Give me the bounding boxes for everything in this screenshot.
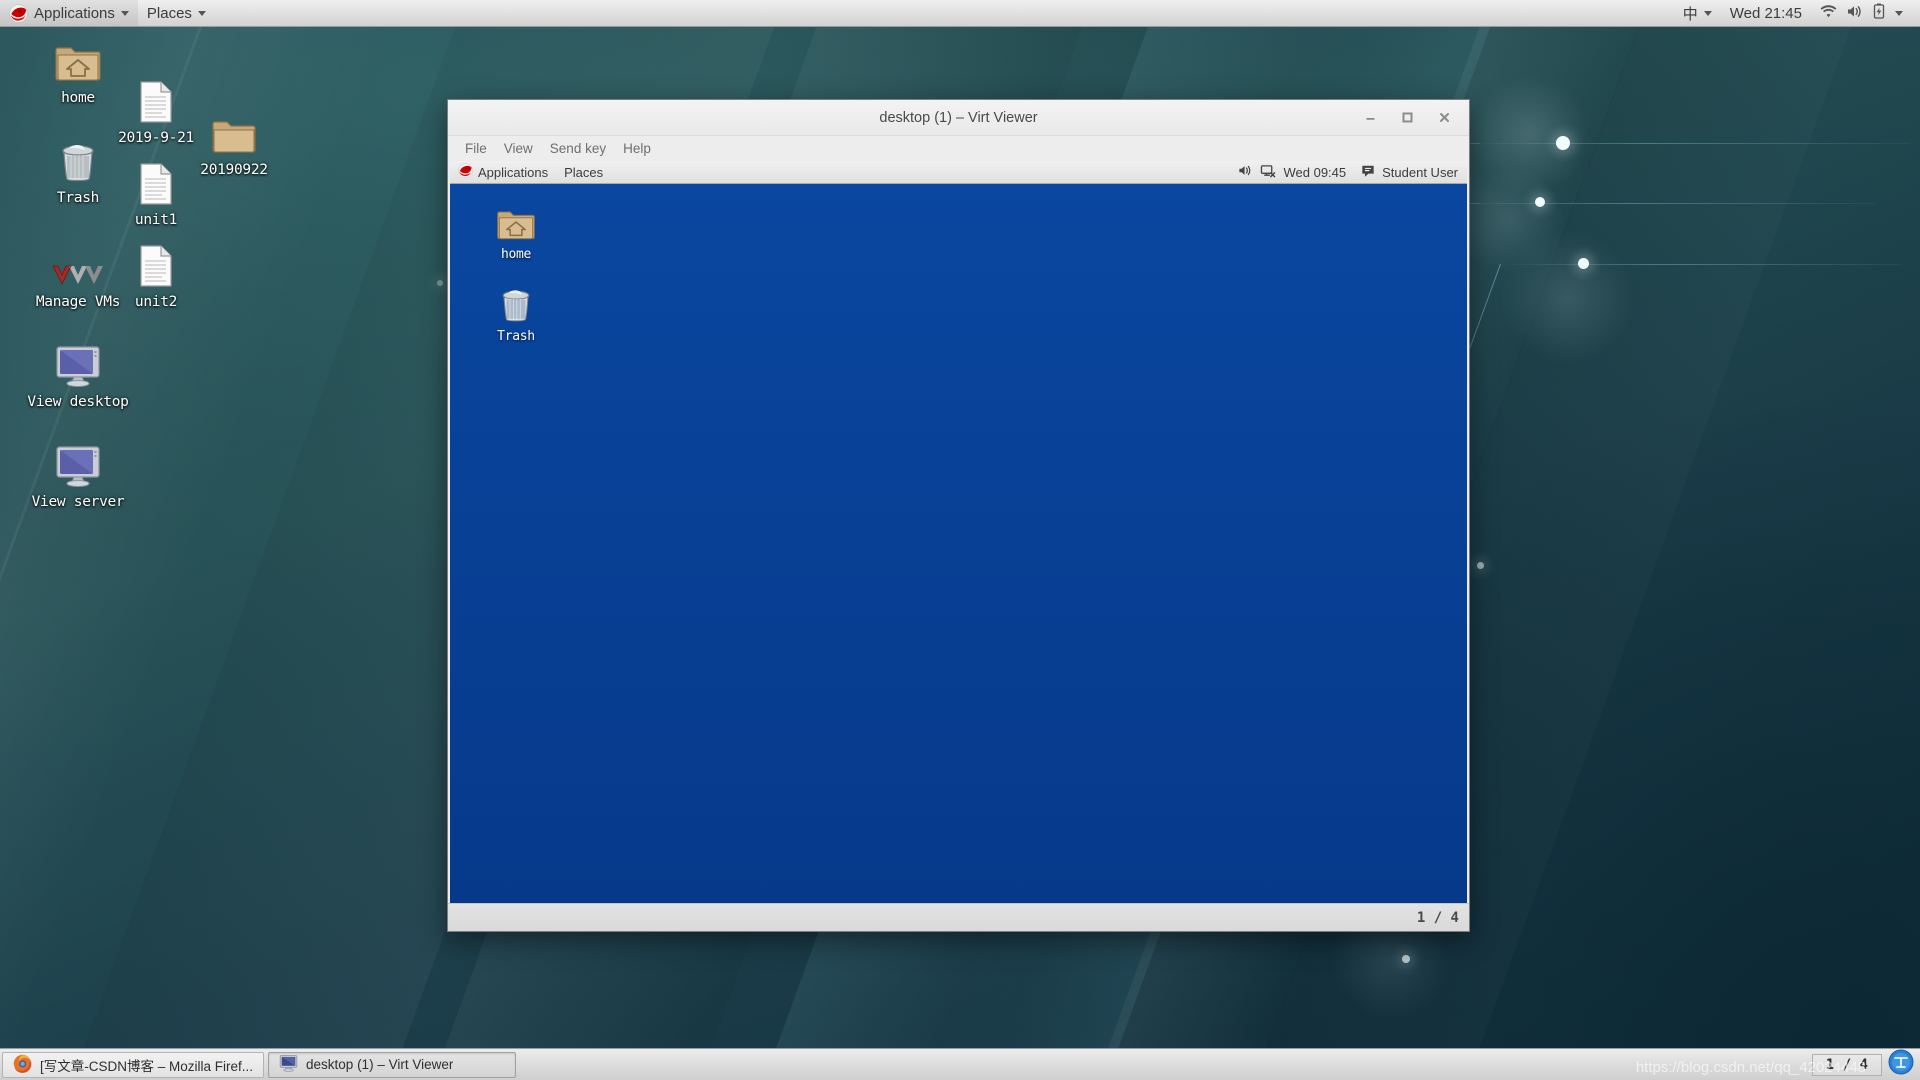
- menu-file[interactable]: File: [458, 139, 494, 158]
- wallpaper-glow: [1455, 165, 1565, 275]
- guest-desktop-icon-home[interactable]: home: [472, 202, 560, 262]
- desktop-icon-view-server[interactable]: View server: [30, 440, 126, 510]
- guest-display-area[interactable]: Applications Places Wed 09:45 Student Us…: [448, 161, 1469, 903]
- taskbar-item-virt-viewer[interactable]: desktop (1) – Virt Viewer: [268, 1051, 517, 1078]
- redhat-logo-icon: [9, 3, 28, 23]
- taskbar-item-label: [写文章-CSDN博客 – Mozilla Firef...: [40, 1058, 254, 1074]
- menu-send-key[interactable]: Send key: [543, 139, 613, 158]
- top-panel: Applications Places 中 Wed 21:45: [0, 0, 1920, 27]
- applications-menu-label: Applications: [34, 4, 115, 22]
- guest-desktop-icon-trash[interactable]: Trash: [472, 284, 560, 344]
- desktop-icon-label: 20190922: [200, 162, 268, 178]
- user-status-icon[interactable]: [1361, 164, 1375, 181]
- taskbar-item-firefox[interactable]: [写文章-CSDN博客 – Mozilla Firef...: [2, 1051, 265, 1078]
- desktop-icon-label: View desktop: [27, 394, 129, 410]
- network-disconnected-icon[interactable]: [1260, 164, 1276, 181]
- display-counter: 1 / 4: [1416, 909, 1459, 926]
- firefox-icon: [13, 1054, 32, 1076]
- applications-menu-button[interactable]: Applications: [0, 0, 138, 26]
- text-file-icon: [138, 76, 174, 124]
- chevron-down-icon: [120, 10, 129, 16]
- wallpaper-glow: [1470, 75, 1590, 195]
- chevron-down-icon: [197, 10, 206, 16]
- wallpaper-glow: [1500, 230, 1635, 365]
- wallpaper-node: [437, 280, 443, 286]
- desktop-icon-label: unit1: [134, 212, 178, 228]
- wifi-icon: [1820, 4, 1837, 23]
- trash-icon: [498, 284, 534, 324]
- desktop-icon-label: unit2: [134, 294, 178, 310]
- guest-top-panel: Applications Places Wed 09:45 Student Us…: [450, 161, 1467, 184]
- wallpaper-hairline: [1470, 143, 1910, 144]
- guest-places-label: Places: [564, 164, 604, 180]
- volume-icon[interactable]: [1237, 164, 1253, 180]
- chevron-down-icon: [1895, 10, 1903, 16]
- virt-viewer-window[interactable]: desktop (1) – Virt Viewer File View Send…: [447, 99, 1470, 932]
- clock-label: Wed 21:45: [1729, 4, 1802, 22]
- window-title: desktop (1) – Virt Viewer: [879, 109, 1038, 126]
- folder-icon: [211, 108, 257, 156]
- taskbar-item-label: desktop (1) – Virt Viewer: [306, 1057, 454, 1072]
- wallpaper-node: [1556, 136, 1570, 150]
- trash-icon: [57, 136, 99, 184]
- system-tray: 1 / 4: [1811, 1049, 1920, 1080]
- input-method-icon[interactable]: [1888, 1049, 1914, 1080]
- guest-clock-label[interactable]: Wed 09:45: [1283, 165, 1346, 180]
- desktop-icon-unit2[interactable]: unit2: [108, 240, 204, 310]
- redhat-logo-icon: [458, 163, 473, 181]
- guest-applications-label: Applications: [478, 164, 549, 180]
- wallpaper-hairline: [1455, 203, 1875, 204]
- places-menu-button[interactable]: Places: [138, 0, 215, 26]
- maximize-button[interactable]: [1399, 109, 1416, 126]
- virt-viewer-statusbar: 1 / 4: [448, 903, 1469, 931]
- wallpaper-node: [1477, 562, 1484, 569]
- places-menu-label: Places: [146, 4, 192, 22]
- chevron-down-icon: [1703, 10, 1712, 16]
- desktop-icon-label: 2019-9-21: [118, 130, 194, 146]
- clock[interactable]: Wed 21:45: [1721, 0, 1811, 26]
- guest-desktop-icon-label: home: [500, 247, 532, 262]
- desktop-icon-label: View server: [31, 494, 125, 510]
- text-file-icon: [138, 240, 174, 288]
- minimize-button[interactable]: [1362, 109, 1379, 126]
- window-titlebar[interactable]: desktop (1) – Virt Viewer: [448, 100, 1469, 136]
- desktop-icon-view-desktop[interactable]: View desktop: [27, 340, 129, 410]
- menu-view[interactable]: View: [497, 139, 540, 158]
- workspace-switcher[interactable]: 1 / 4: [1811, 1053, 1882, 1076]
- guest-desktop[interactable]: home Trash: [450, 184, 1467, 903]
- home-folder-icon: [54, 36, 102, 84]
- menubar: File View Send key Help: [448, 136, 1469, 161]
- system-status-area[interactable]: [1811, 0, 1912, 26]
- wallpaper-node: [1578, 258, 1589, 269]
- text-file-icon: [138, 158, 174, 206]
- guest-places-menu-button[interactable]: Places: [556, 161, 611, 183]
- close-button[interactable]: [1436, 109, 1453, 126]
- monitor-icon: [54, 340, 102, 388]
- volume-icon: [1846, 4, 1863, 23]
- taskbar: [写文章-CSDN博客 – Mozilla Firef... desktop (…: [0, 1048, 1920, 1080]
- menu-help[interactable]: Help: [616, 139, 658, 158]
- desktop-icon-unit1[interactable]: unit1: [108, 158, 204, 228]
- virt-manager-icon: [51, 240, 105, 288]
- monitor-icon: [54, 440, 102, 488]
- wallpaper-hairline: [1502, 264, 1902, 265]
- desktop-icon-label: Trash: [56, 190, 100, 206]
- guest-desktop-icon-label: Trash: [497, 329, 535, 344]
- wallpaper-node: [1535, 197, 1545, 207]
- guest-applications-menu-button[interactable]: Applications: [450, 161, 556, 183]
- input-method-indicator[interactable]: 中: [1674, 0, 1721, 26]
- input-method-label: 中: [1682, 4, 1698, 23]
- guest-user-label[interactable]: Student User: [1382, 165, 1458, 180]
- home-folder-icon: [496, 202, 536, 242]
- monitor-icon: [279, 1054, 298, 1075]
- desktop-icon-label: home: [61, 90, 95, 106]
- wallpaper-node: [1402, 955, 1410, 963]
- battery-icon: [1872, 3, 1886, 23]
